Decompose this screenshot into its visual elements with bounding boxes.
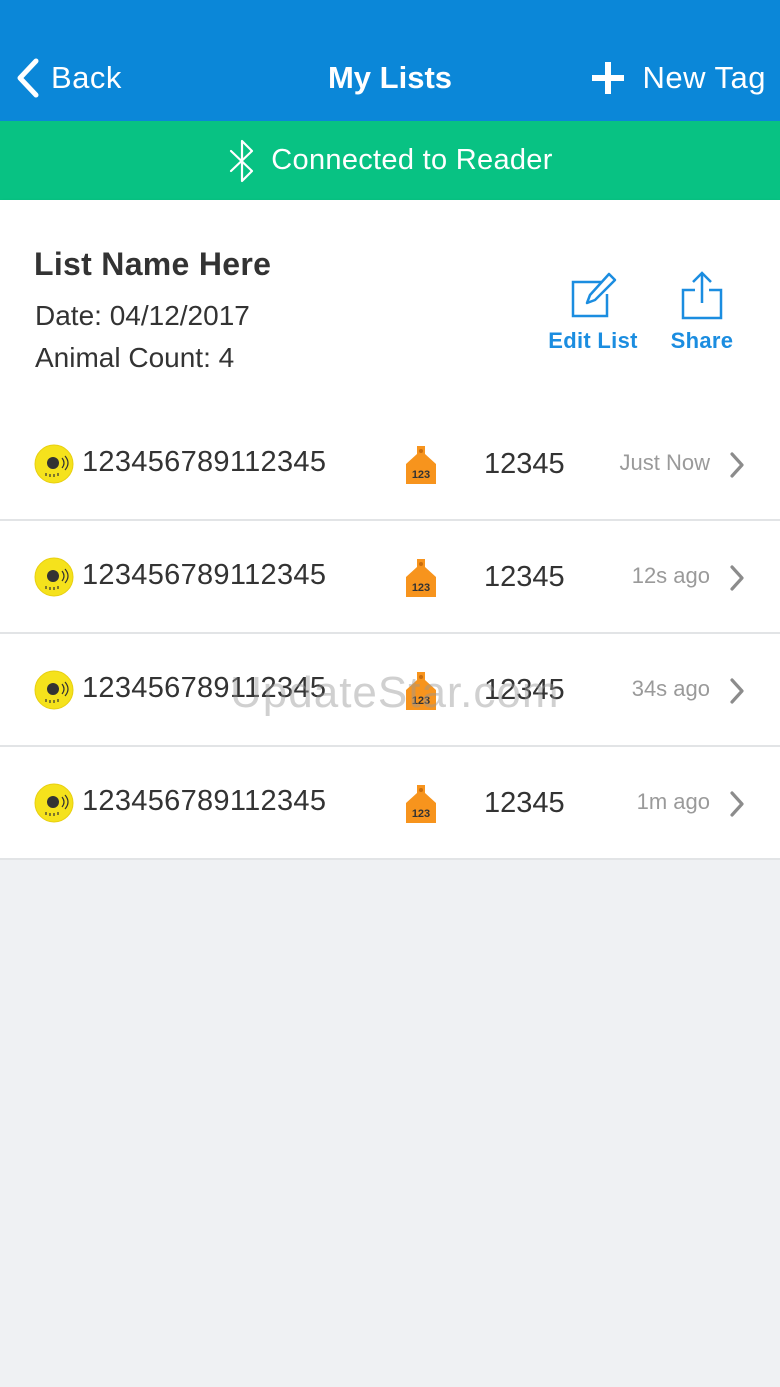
eid-number: 123456789112345 <box>82 446 327 478</box>
scan-time: 34s ago <box>631 676 710 701</box>
share-button[interactable]: Share <box>666 270 738 354</box>
eid-number: 123456789112345 <box>82 785 327 817</box>
page-title: My Lists <box>327 60 453 95</box>
animal-count: Animal Count: 4 <box>35 342 235 373</box>
ear-tag-icon: 123 <box>406 559 436 597</box>
navigation-bar: Back My Lists New Tag <box>0 0 780 121</box>
tag-row[interactable]: 123456789112345 123 12345 12s ago <box>0 521 780 634</box>
ear-tag-icon: 123 <box>406 785 436 823</box>
ear-tag-icon: 123 <box>406 446 436 484</box>
share-label: Share <box>670 328 734 353</box>
chevron-right-icon <box>730 678 744 704</box>
scan-time: 12s ago <box>631 563 710 588</box>
eid-reader-icon <box>34 670 74 710</box>
new-tag-button[interactable]: New Tag <box>590 53 766 103</box>
edit-list-button[interactable]: Edit List <box>546 270 640 354</box>
eid-reader-icon <box>34 444 74 484</box>
back-label: Back <box>51 60 122 95</box>
list-date: Date: 04/12/2017 <box>35 300 250 331</box>
ear-tag-icon: 123 <box>406 672 436 710</box>
connection-status-banner: Connected to Reader <box>0 121 780 200</box>
ear-tag-text: 123 <box>412 582 430 594</box>
eid-reader-icon <box>34 557 74 597</box>
tag-list: 123456789112345 123 12345 Just Now 12345… <box>0 408 780 860</box>
plus-icon <box>592 62 625 94</box>
new-tag-label: New Tag <box>642 60 766 95</box>
scan-time: 1m ago <box>636 789 710 814</box>
chevron-right-icon <box>730 565 744 591</box>
eid-reader-icon <box>34 783 74 823</box>
bluetooth-icon <box>230 139 254 182</box>
edit-icon <box>571 272 617 318</box>
edit-list-label: Edit List <box>548 328 638 353</box>
ear-tag-text: 123 <box>412 469 430 481</box>
tag-row[interactable]: 123456789112345 123 12345 34s ago <box>0 634 780 747</box>
eid-number: 123456789112345 <box>82 672 327 704</box>
chevron-right-icon <box>730 791 744 817</box>
chevron-left-icon <box>17 58 39 98</box>
connection-status-text: Connected to Reader <box>271 144 553 176</box>
ear-tag-text: 123 <box>412 808 430 820</box>
visual-id: 12345 <box>484 561 565 593</box>
visual-id: 12345 <box>484 448 565 480</box>
tag-row[interactable]: 123456789112345 123 12345 1m ago <box>0 747 780 860</box>
ear-tag-text: 123 <box>412 695 430 707</box>
visual-id: 12345 <box>484 674 565 706</box>
visual-id: 12345 <box>484 787 565 819</box>
scan-time: Just Now <box>619 450 710 475</box>
eid-number: 123456789112345 <box>82 559 327 591</box>
chevron-right-icon <box>730 452 744 478</box>
share-icon <box>681 271 723 320</box>
back-button[interactable]: Back <box>14 53 122 103</box>
tag-row[interactable]: 123456789112345 123 12345 Just Now <box>0 408 780 521</box>
list-summary-card: List Name Here Date: 04/12/2017 Animal C… <box>0 200 780 408</box>
list-name: List Name Here <box>34 246 272 282</box>
